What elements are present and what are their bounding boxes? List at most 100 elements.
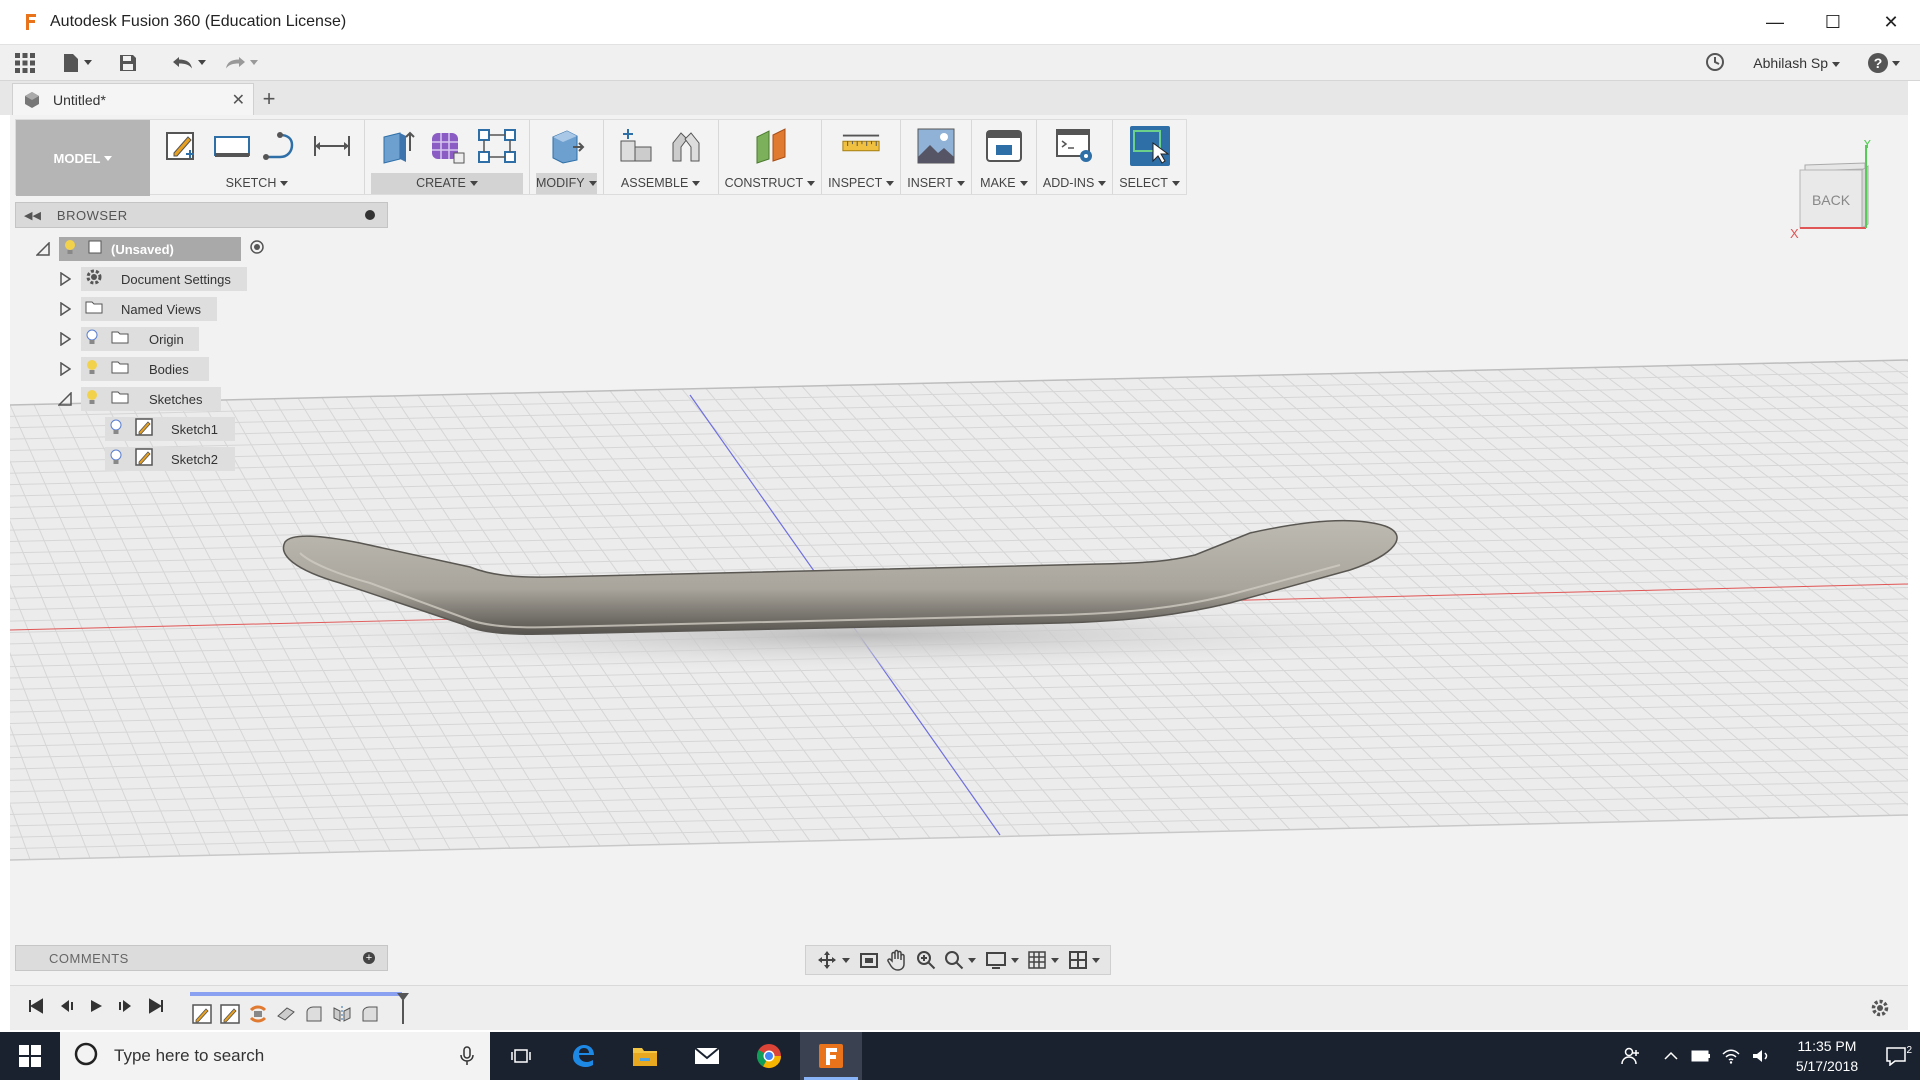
people-icon[interactable] [1616,1046,1646,1066]
go-to-end-icon[interactable] [148,998,164,1019]
volume-icon[interactable] [1746,1048,1776,1064]
make-menu[interactable]: MAKE [978,173,1030,194]
add-ins-menu[interactable]: ADD-INS [1043,173,1107,194]
collapse-browser-icon[interactable]: ◀◀ [24,209,41,222]
timeline-marker-icon[interactable] [396,992,410,1029]
show-hidden-icons-chevron-icon[interactable] [1656,1051,1686,1061]
visibility-bulb-off-icon[interactable] [109,419,123,440]
inspect-menu[interactable]: INSPECT [828,173,895,194]
visibility-bulb-off-icon[interactable] [109,449,123,470]
insert-image-icon[interactable] [916,126,956,166]
timeline-mirror-feature-icon[interactable] [332,1004,352,1029]
expanded-triangle-icon[interactable] [35,241,51,257]
visibility-bulb-off-icon[interactable] [85,329,99,350]
select-tool-icon[interactable] [1129,126,1170,167]
line-icon[interactable] [262,126,302,166]
step-back-icon[interactable] [58,998,74,1019]
timeline-fillet-feature-icon[interactable] [360,1004,380,1029]
collapsed-triangle-icon[interactable] [57,361,73,377]
viewports-icon[interactable] [1068,950,1100,970]
rectangle-icon[interactable] [212,126,252,166]
timeline-sketch-feature-icon[interactable] [192,1004,212,1029]
taskbar-clock[interactable]: 11:35 PM 5/17/2018 [1782,1036,1872,1076]
play-icon[interactable] [88,998,104,1019]
timeline-track[interactable] [190,992,409,1029]
comments-panel-header[interactable]: COMMENTS + [15,945,388,971]
fit-zoom-icon[interactable] [944,950,977,970]
zoom-icon[interactable] [916,950,936,970]
timeline-sketch-feature-icon[interactable] [220,1004,240,1029]
view-cube[interactable]: BACK X Y [1770,136,1880,241]
create-sketch-icon[interactable] [162,126,202,166]
timeline-settings-gear-icon[interactable] [1870,998,1890,1023]
visibility-bulb-icon[interactable] [85,359,99,380]
extrude-icon[interactable] [377,126,417,166]
add-comment-icon[interactable]: + [363,952,375,964]
timeline-body-feature-icon[interactable] [276,1004,296,1029]
task-view-icon[interactable] [490,1032,552,1080]
tree-row-origin[interactable]: Origin [57,326,199,352]
close-tab-icon[interactable]: ✕ [232,90,245,110]
look-at-icon[interactable] [859,951,879,969]
user-account-menu[interactable]: Abhilash Sp [1753,55,1840,71]
pan-hand-icon[interactable] [887,949,907,971]
tree-row-sketch1[interactable]: Sketch1 [105,416,235,442]
undo-icon[interactable] [172,48,206,78]
form-icon[interactable] [427,126,467,166]
help-menu[interactable]: ? [1868,53,1900,73]
microphone-icon[interactable] [460,1046,474,1071]
file-menu-icon[interactable] [62,48,92,78]
3d-print-icon[interactable] [984,126,1024,166]
maximize-button[interactable]: ☐ [1804,0,1862,45]
tree-row-bodies[interactable]: Bodies [57,356,209,382]
data-panel-grid-icon[interactable] [14,48,36,78]
redo-icon[interactable] [224,48,258,78]
go-to-start-icon[interactable] [28,998,44,1019]
create-menu[interactable]: CREATE [371,172,523,194]
grid-settings-icon[interactable] [1027,950,1060,970]
tree-row-sketches[interactable]: Sketches [57,386,221,412]
expanded-triangle-icon[interactable] [57,391,73,407]
close-window-button[interactable]: ✕ [1862,0,1920,45]
job-status-clock-icon[interactable] [1705,52,1725,75]
battery-icon[interactable] [1686,1050,1716,1062]
tree-row-document-settings[interactable]: Document Settings [57,266,247,292]
activate-radio-icon[interactable] [249,239,265,260]
tree-row-sketch2[interactable]: Sketch2 [105,446,235,472]
joint-icon[interactable] [666,126,706,166]
collapsed-triangle-icon[interactable] [57,271,73,287]
scripts-addins-icon[interactable] [1055,126,1095,166]
document-tab-untitled[interactable]: Untitled* ✕ [12,83,254,115]
construct-menu[interactable]: CONSTRUCT [725,173,816,194]
visibility-bulb-icon[interactable] [85,389,99,410]
timeline-fillet-feature-icon[interactable] [304,1004,324,1029]
chrome-icon[interactable] [738,1032,800,1080]
wifi-icon[interactable] [1716,1048,1746,1064]
mail-icon[interactable] [676,1032,738,1080]
press-pull-icon[interactable] [546,126,586,166]
measure-icon[interactable] [841,126,881,166]
browser-pin-icon[interactable] [365,210,375,220]
assemble-menu[interactable]: ASSEMBLE [610,173,712,194]
select-menu[interactable]: SELECT [1119,173,1180,194]
workspace-switcher[interactable]: MODEL [16,120,150,196]
model-canvas[interactable] [10,115,1908,985]
new-component-icon[interactable] [616,126,656,166]
sketch-menu[interactable]: SKETCH [156,173,358,194]
action-center-icon[interactable]: 2 [1872,1045,1920,1066]
modify-menu[interactable]: MODIFY [536,172,597,194]
windows-start-icon[interactable] [0,1032,60,1080]
taskbar-search-box[interactable]: Type here to search [60,1032,490,1080]
edge-browser-icon[interactable] [552,1032,614,1080]
collapsed-triangle-icon[interactable] [57,301,73,317]
pattern-icon[interactable] [477,126,517,166]
orbit-icon[interactable] [816,950,851,970]
save-icon[interactable] [118,48,138,78]
minimize-button[interactable]: — [1746,0,1804,45]
tree-row-root[interactable]: (Unsaved) [35,236,265,262]
display-settings-icon[interactable] [985,950,1019,970]
visibility-bulb-icon[interactable] [63,239,77,260]
timeline-sweep-feature-icon[interactable] [248,1004,268,1029]
collapsed-triangle-icon[interactable] [57,331,73,347]
file-explorer-icon[interactable] [614,1032,676,1080]
